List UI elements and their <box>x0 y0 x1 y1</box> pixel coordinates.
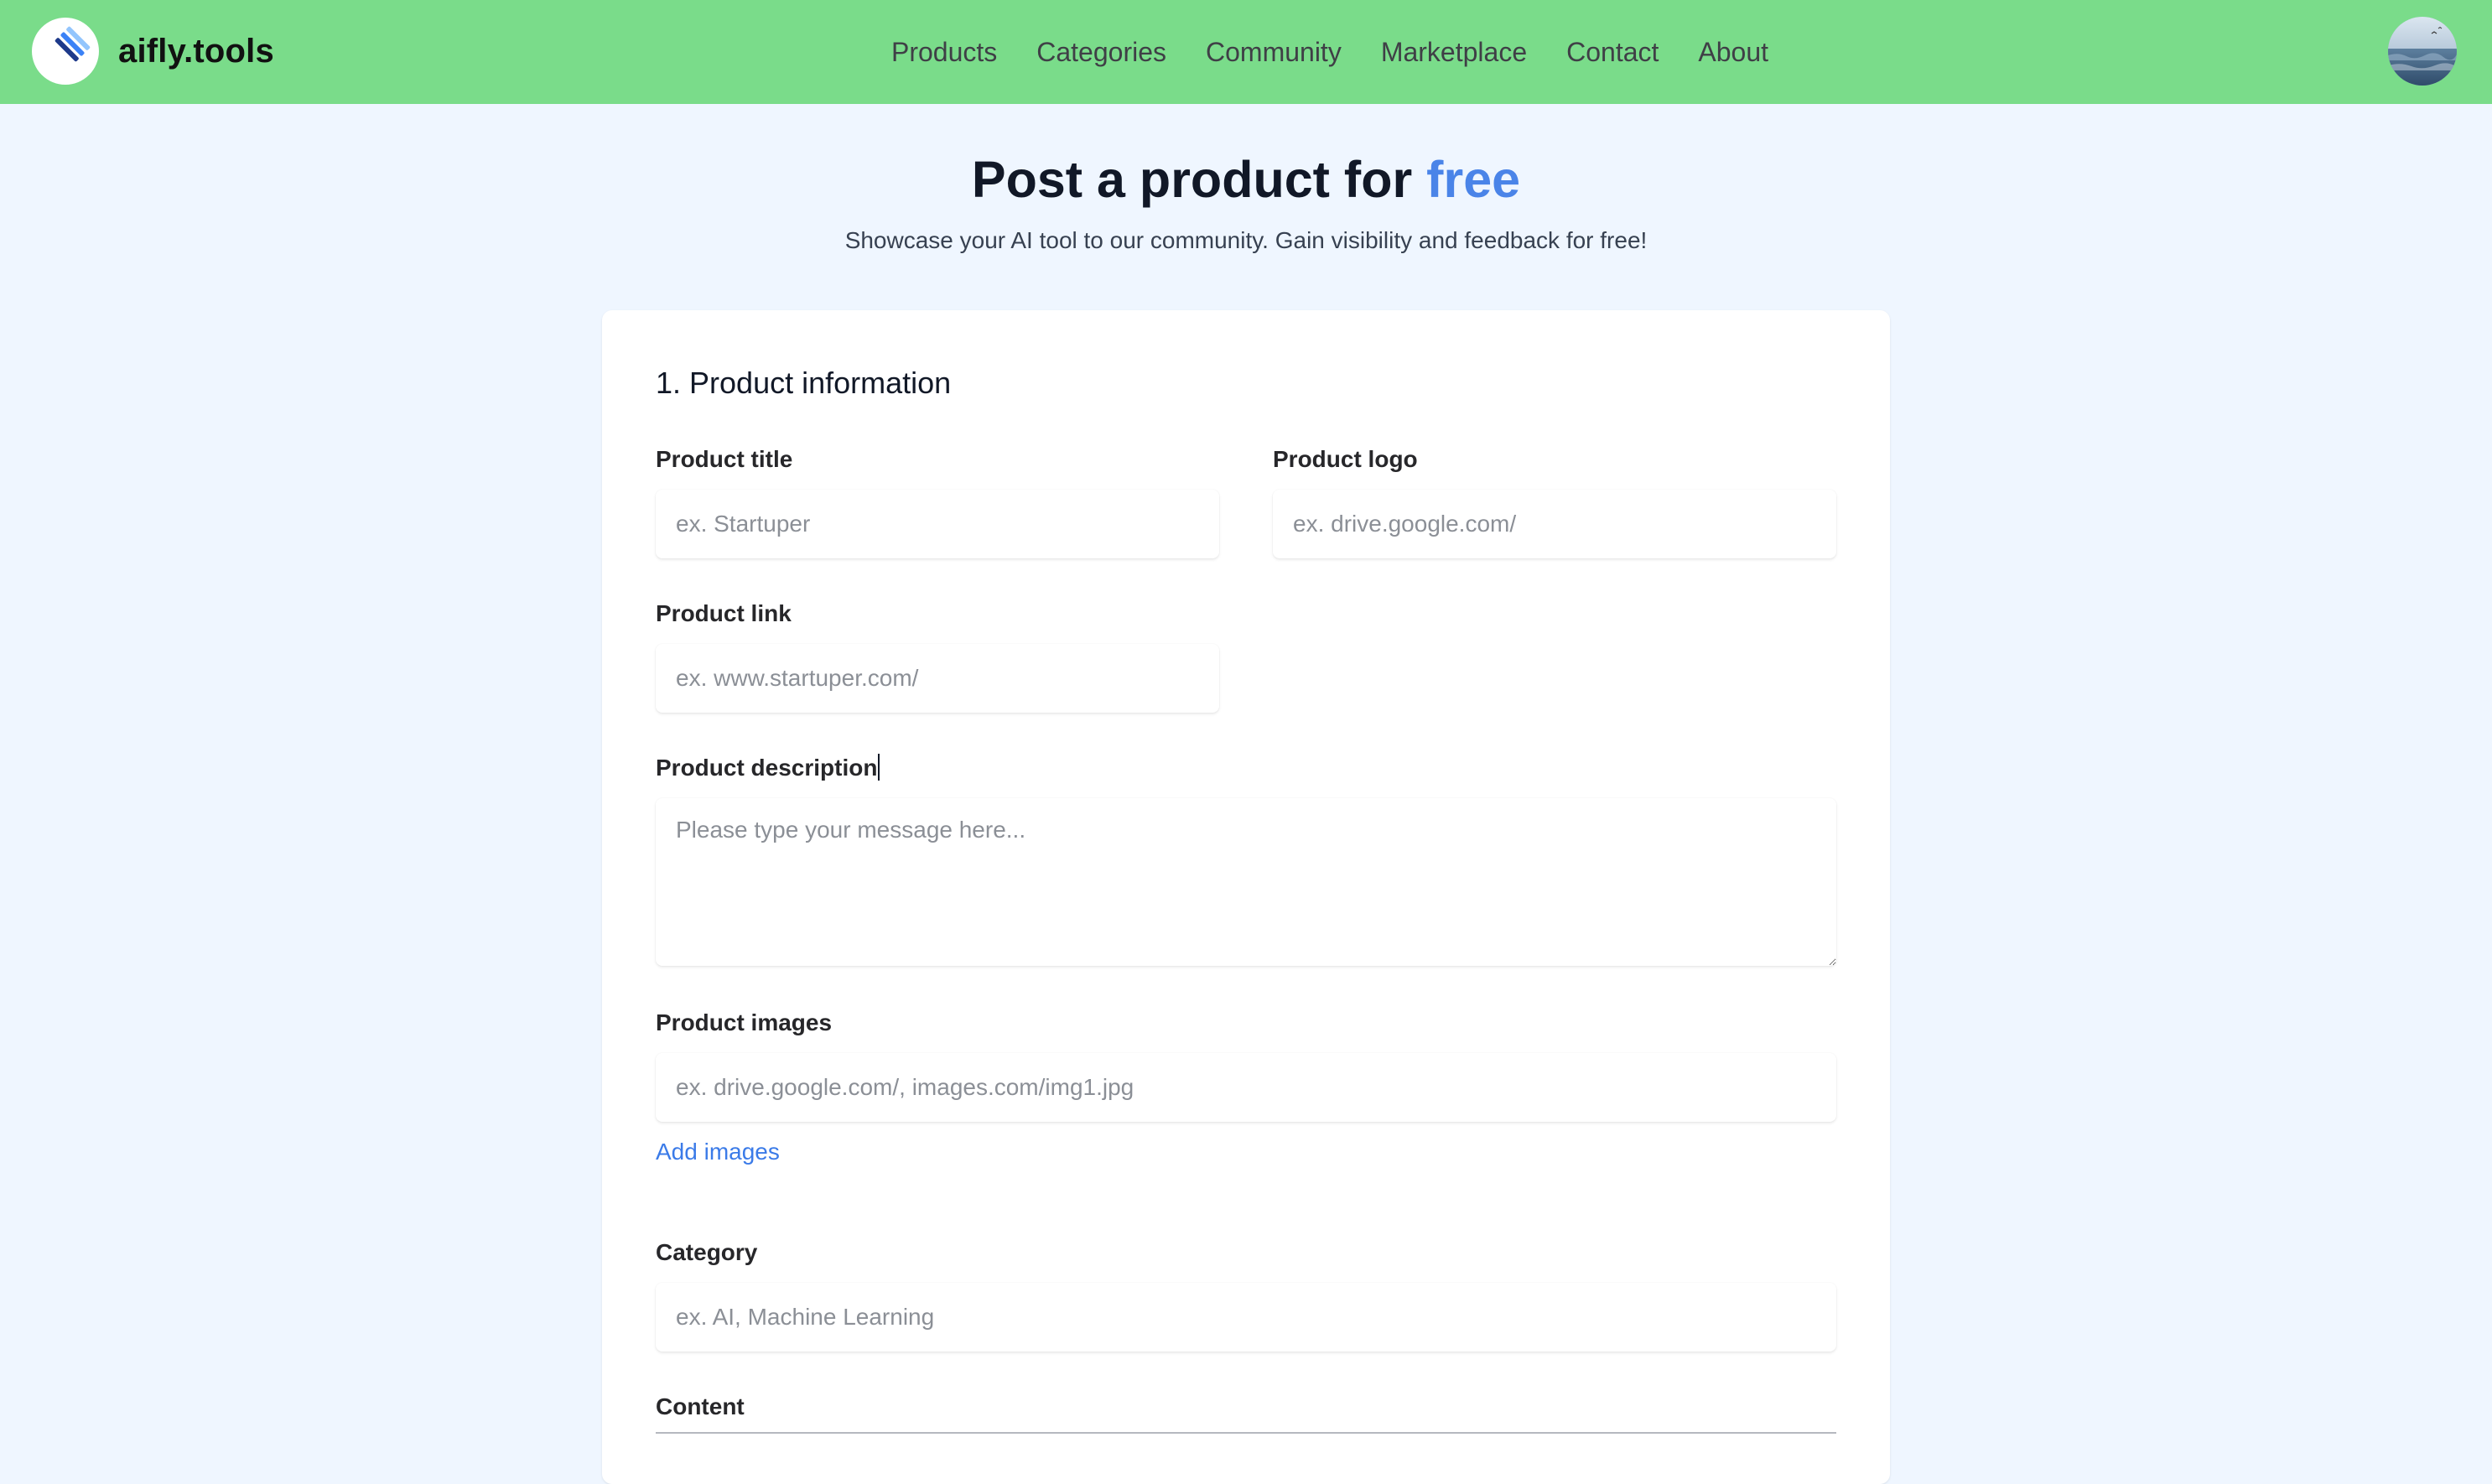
text-cursor <box>878 754 880 781</box>
product-images-label: Product images <box>656 1009 833 1035</box>
product-logo-input[interactable] <box>1273 490 1836 558</box>
brand-logo-icon[interactable] <box>32 18 99 85</box>
top-navbar: aifly.tools Products Categories Communit… <box>0 0 2492 104</box>
category-label: Category <box>656 1239 758 1265</box>
nav-item-community[interactable]: Community <box>1206 35 1342 69</box>
brand-name[interactable]: aifly.tools <box>118 30 274 72</box>
add-images-link[interactable]: Add images <box>656 1137 780 1167</box>
category-input[interactable] <box>656 1283 1836 1352</box>
product-form-card: 1. Product information Product title Pro… <box>602 310 1890 1484</box>
product-description-textarea[interactable] <box>656 798 1836 966</box>
product-images-input[interactable] <box>656 1053 1836 1122</box>
product-title-input[interactable] <box>656 490 1219 558</box>
nav-item-categories[interactable]: Categories <box>1036 35 1166 69</box>
product-link-label: Product link <box>656 600 792 626</box>
product-logo-label: Product logo <box>1273 446 1418 472</box>
product-link-input[interactable] <box>656 644 1219 713</box>
product-description-label-row: Product description <box>656 753 880 783</box>
nav-item-contact[interactable]: Contact <box>1566 35 1659 69</box>
content-label: Content <box>656 1393 745 1419</box>
product-title-label: Product title <box>656 446 793 472</box>
product-description-label: Product description <box>656 755 878 781</box>
page-subtitle: Showcase your AI tool to our community. … <box>844 227 1648 253</box>
page-title: Post a product for free <box>0 144 2492 215</box>
nav-item-products[interactable]: Products <box>891 35 997 69</box>
nav-item-marketplace[interactable]: Marketplace <box>1381 35 1527 69</box>
section-title: 1. Product information <box>656 366 952 400</box>
user-avatar[interactable] <box>2388 17 2457 86</box>
main-nav: Products Categories Community Marketplac… <box>838 0 1821 104</box>
page-title-accent: free <box>1426 151 1521 208</box>
page-title-main: Post a product for <box>971 151 1427 208</box>
nav-item-about[interactable]: About <box>1698 35 1768 69</box>
